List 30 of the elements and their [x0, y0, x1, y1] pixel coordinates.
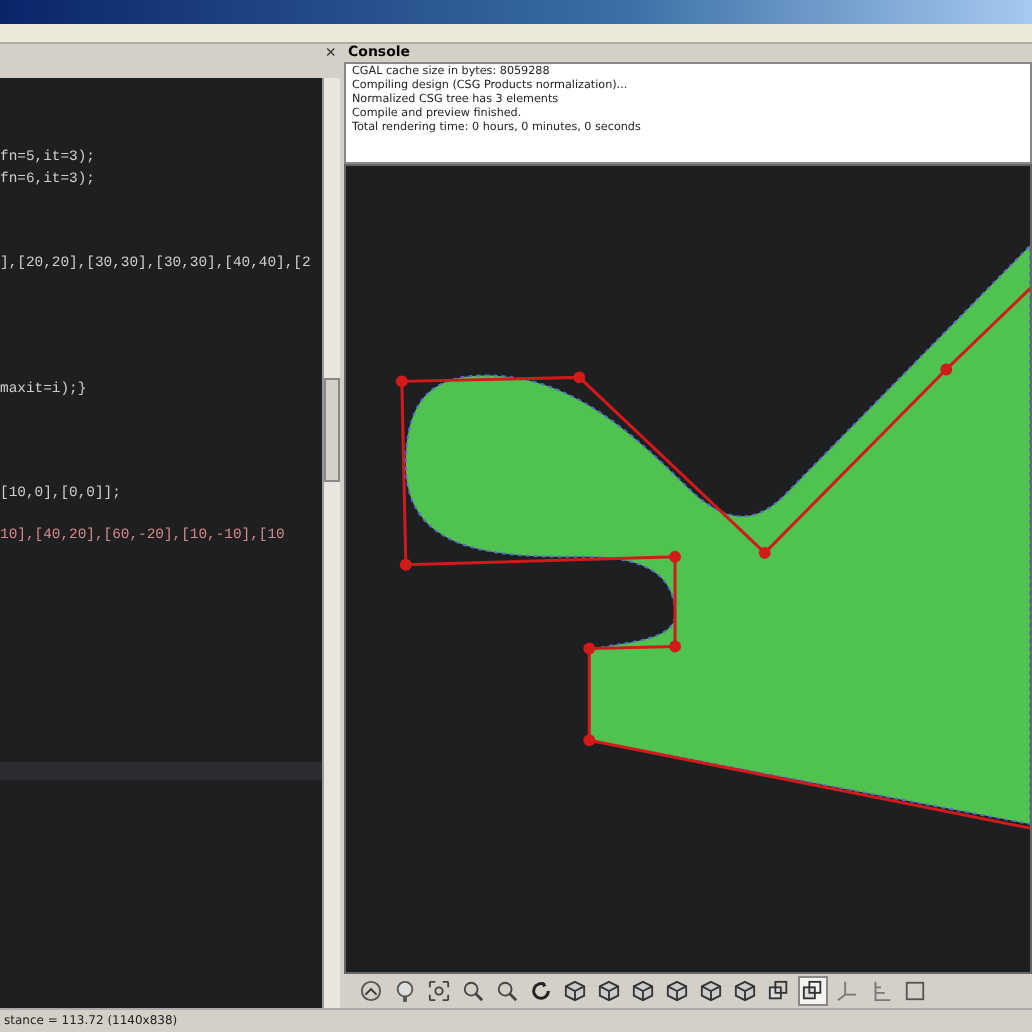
cube-icon: [632, 980, 654, 1002]
scale-icon: [870, 980, 892, 1002]
toolbar-button[interactable]: [424, 976, 454, 1006]
toolbar-button[interactable]: [696, 976, 726, 1006]
reset-icon: [530, 980, 552, 1002]
cube-icon: [564, 980, 586, 1002]
toolbar-button[interactable]: [458, 976, 488, 1006]
axes-icon: [836, 980, 858, 1002]
zoom-out-icon: [496, 980, 518, 1002]
zoom-all-icon: [428, 980, 450, 1002]
viewport[interactable]: [344, 164, 1032, 974]
cube-icon: [666, 980, 688, 1002]
toolbar-button[interactable]: [730, 976, 760, 1006]
orthogonal-icon: [802, 980, 824, 1002]
toolbar-button[interactable]: [560, 976, 590, 1006]
toolbar-button[interactable]: [356, 976, 386, 1006]
zoom-in-icon: [462, 980, 484, 1002]
toolbar-button[interactable]: [594, 976, 624, 1006]
toolbar-button[interactable]: [662, 976, 692, 1006]
cube-icon: [598, 980, 620, 1002]
cube-icon: [734, 980, 756, 1002]
toolbar-button[interactable]: [798, 976, 828, 1006]
toolbar-button[interactable]: [492, 976, 522, 1006]
toolbar-button[interactable]: [628, 976, 658, 1006]
toolbar-button[interactable]: [900, 976, 930, 1006]
perspective-icon: [768, 980, 790, 1002]
cube-icon: [700, 980, 722, 1002]
scrollbar[interactable]: [322, 78, 340, 1008]
toolbar-button[interactable]: [526, 976, 556, 1006]
close-button[interactable]: ×: [325, 44, 336, 62]
